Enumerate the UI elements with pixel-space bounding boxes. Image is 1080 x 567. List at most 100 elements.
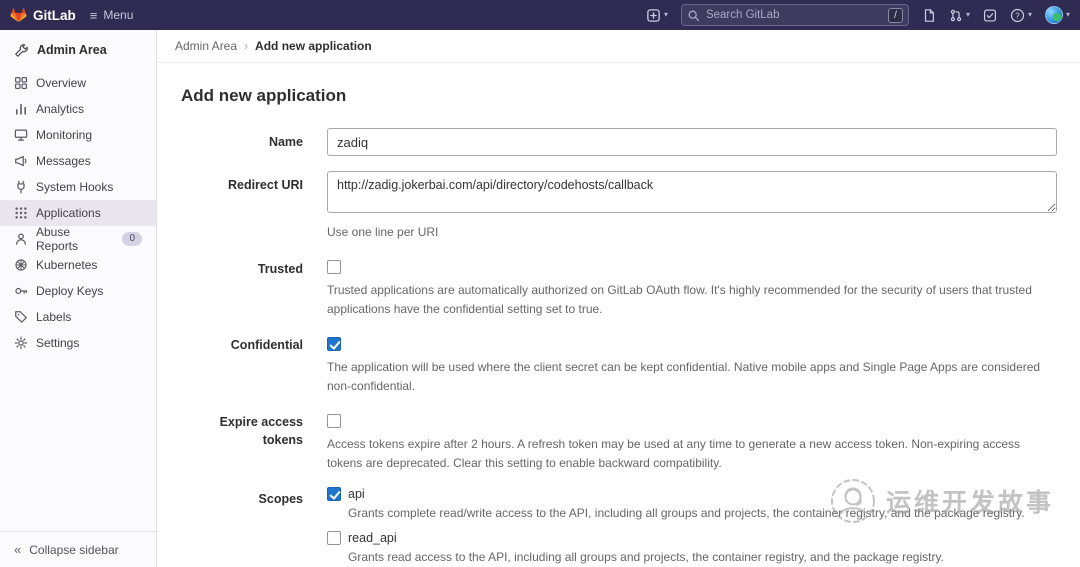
sidebar-item-label: System Hooks [36,180,114,194]
collapse-sidebar-label: Collapse sidebar [29,542,119,557]
sidebar-item-monitoring[interactable]: Monitoring [0,122,156,148]
menu-label: Menu [103,8,134,22]
abuse-report-icon [16,233,26,245]
bar-chart-icon [16,103,26,115]
hamburger-icon: ≡ [89,7,98,23]
chevron-down-icon: ▾ [1065,10,1070,19]
chevron-down-icon: ▾ [965,10,970,19]
trusted-checkbox[interactable] [327,260,341,275]
gear-icon [14,336,28,350]
sidebar-item-label: Messages [36,154,91,168]
sidebar-item-label: Kubernetes [36,258,98,272]
user-menu[interactable]: ▾ [1044,6,1070,24]
search-icon [688,10,699,21]
scope-api-name[interactable]: api [348,487,365,501]
page-content: Add new application Name Redirect URI ht… [157,63,1080,567]
sidebar-item-settings[interactable]: Settings [0,330,156,356]
chevron-down-icon: ▾ [663,10,668,19]
gitlab-logo[interactable]: GitLab [10,7,76,23]
scopes-label: Scopes [258,492,303,507]
page-title: Add new application [181,86,347,105]
sidebar-item-system-hooks[interactable]: System Hooks [0,174,156,200]
key-icon [15,287,28,295]
sidebar-item-overview[interactable]: Overview [0,70,156,96]
label-tag-icon [15,311,27,323]
bullhorn-icon [15,155,27,167]
search-shortcut-key: / [887,7,903,23]
todo-check-icon [983,8,997,22]
expire-access-tokens-help: Access tokens expire after 2 hours. A re… [327,437,1021,470]
sidebar-item-label: Applications [36,206,101,220]
admin-sidebar: Admin Area Overview Analytics Monitoring [0,30,157,567]
sidebar-item-label: Settings [36,336,80,350]
scopes-list: api Grants complete read/write access to… [327,487,1057,567]
confidential-help: The application will be used where the c… [327,360,1041,393]
scope-api-checkbox[interactable] [327,487,341,502]
sidebar-item-analytics[interactable]: Analytics [0,96,156,122]
sidebar-item-deploy-keys[interactable]: Deploy Keys [0,278,156,304]
form-row-scopes: Scopes api Grants complete read/write ac… [181,487,1057,567]
chevron-down-icon: ▾ [1027,10,1032,19]
trusted-help: Trusted applications are automatically a… [327,283,1032,316]
breadcrumb-separator-icon: › [244,39,249,53]
gitlab-tanuki-icon [10,7,27,23]
merge-request-icon [950,9,962,21]
todos-button[interactable] [983,8,997,23]
sidebar-item-label: Labels [36,310,72,324]
scope-read-api-name[interactable]: read_api [348,531,397,545]
main-area: Admin Area › Add new application Add new… [157,0,1080,567]
expire-access-tokens-label: Expire access tokens [219,415,303,447]
confidential-checkbox[interactable] [327,337,341,352]
name-input[interactable] [327,128,1057,156]
breadcrumb-current: Add new application [255,39,372,53]
form-row-name: Name [181,128,1057,156]
collapse-sidebar-button[interactable]: « Collapse sidebar [0,531,156,567]
name-label: Name [268,135,303,149]
scope-option-read-api: read_api Grants read access to the API, … [327,531,1057,566]
sidebar-item-label: Analytics [36,102,85,116]
sidebar-item-abuse-reports[interactable]: Abuse Reports 0 [0,225,156,253]
wrench-icon [15,43,28,57]
brand-name: GitLab [33,7,76,23]
search-input[interactable] [705,9,882,21]
sidebar-header-admin-area[interactable]: Admin Area [0,30,156,70]
sidebar-item-label: Monitoring [36,128,93,142]
scope-option-api: api Grants complete read/write access to… [327,487,1057,522]
top-navbar: GitLab ≡ Menu ▾ / [0,0,1080,30]
breadcrumb: Admin Area › Add new application [157,30,1080,63]
overview-icon [14,76,28,90]
issues-button[interactable] [922,8,936,23]
redirect-uri-label: Redirect URI [227,178,303,192]
hook-icon [17,180,25,194]
svg-text:?: ? [1015,11,1020,20]
menu-button[interactable]: ≡ Menu [90,8,134,22]
confidential-label: Confidential [230,338,303,353]
sidebar-item-kubernetes[interactable]: Kubernetes [0,252,156,278]
breadcrumb-admin-area[interactable]: Admin Area [175,39,237,53]
sidebar-item-labels[interactable]: Labels [0,304,156,330]
global-search[interactable]: / [680,4,909,26]
new-item-dropdown[interactable]: ▾ [646,8,668,23]
redirect-uri-help: Use one line per URI [327,225,439,239]
sidebar-item-messages[interactable]: Messages [0,148,156,174]
user-avatar [1044,6,1063,24]
redirect-uri-textarea[interactable]: http://zadig.jokerbai.com/api/directory/… [327,171,1057,213]
trusted-label: Trusted [257,261,303,276]
merge-requests-dropdown[interactable]: ▾ [949,8,970,23]
kubernetes-icon [15,259,27,271]
scope-read-api-help: Grants read access to the API, including… [348,550,944,565]
scope-api-help: Grants complete read/write access to the… [348,506,1025,521]
sidebar-item-applications[interactable]: Applications [0,200,156,226]
scope-read-api-checkbox[interactable] [327,531,341,546]
help-icon: ? [1010,8,1025,22]
document-icon [924,8,934,22]
plus-square-icon [647,8,660,22]
sidebar-header-label: Admin Area [37,43,107,57]
count-badge: 0 [122,232,142,246]
collapse-chevrons-icon: « [14,542,22,557]
help-dropdown[interactable]: ? ▾ [1010,8,1032,23]
form-row-confidential: Confidential The application will be use… [181,333,1057,395]
sidebar-item-label: Abuse Reports [36,225,79,253]
form-row-redirect-uri: Redirect URI http://zadig.jokerbai.com/a… [181,171,1057,242]
expire-access-tokens-checkbox[interactable] [327,414,341,429]
